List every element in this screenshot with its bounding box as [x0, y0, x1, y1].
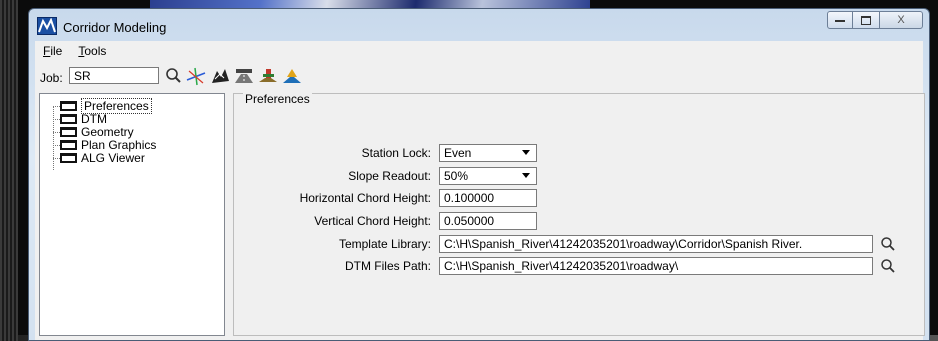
tree-connector	[53, 119, 60, 120]
preferences-group-title: Preferences	[243, 92, 312, 106]
chevron-down-icon	[522, 173, 530, 178]
close-icon: X	[897, 14, 905, 26]
desktop-background-left	[0, 0, 18, 341]
window-node-icon	[60, 127, 77, 137]
maximize-button[interactable]	[853, 11, 879, 29]
station-lock-label: Station Lock:	[361, 146, 431, 160]
template-library-input[interactable]: C:\H\Spanish_River\41242035201\roadway\C…	[439, 235, 873, 253]
close-button[interactable]: X	[879, 11, 923, 29]
tree-connector	[53, 132, 60, 133]
search-icon[interactable]	[879, 235, 897, 253]
horizontal-chord-height-label: Horizontal Chord Height:	[299, 191, 431, 205]
menu-tools[interactable]: Tools	[70, 44, 114, 58]
menu-file-label: ile	[50, 44, 63, 58]
tree-connector	[53, 145, 60, 146]
dtm-files-path-label: DTM Files Path:	[344, 259, 431, 273]
job-label: Job:	[40, 71, 63, 85]
toolbar: Job: SR	[35, 63, 923, 89]
window-title: Corridor Modeling	[63, 20, 167, 35]
template-library-label: Template Library:	[338, 237, 431, 251]
surface-icon[interactable]	[209, 65, 231, 87]
search-icon[interactable]	[163, 65, 185, 87]
corridor-modeling-window: Corridor Modeling X File Tools Job: SR P…	[28, 8, 930, 341]
caption-buttons: X	[827, 11, 923, 29]
chevron-down-icon	[522, 150, 530, 155]
menu-file[interactable]: File	[35, 44, 70, 58]
tree-item-alg-viewer[interactable]: ALG Viewer	[60, 150, 145, 166]
vertical-chord-height-input[interactable]: 0.050000	[439, 212, 537, 230]
preferences-panel: Preferences Station Lock: Even Slope Rea…	[233, 92, 925, 336]
slope-readout-label: Slope Readout:	[348, 169, 431, 183]
slope-readout-select[interactable]: 50%	[439, 167, 537, 185]
app-icon	[37, 17, 57, 35]
window-node-icon	[60, 153, 77, 163]
window-node-icon	[60, 140, 77, 150]
menu-bar: File Tools	[35, 41, 923, 61]
alignment-icon[interactable]	[185, 65, 207, 87]
tree-connector	[53, 106, 60, 107]
cross-section-icon[interactable]	[281, 65, 303, 87]
client-area: File Tools Job: SR Preferences DTM Geome…	[35, 41, 925, 340]
minimize-icon	[835, 20, 845, 22]
minimize-button[interactable]	[827, 11, 853, 29]
tree-item-label: ALG Viewer	[81, 151, 145, 165]
slope-readout-value: 50%	[444, 169, 469, 183]
menu-tools-label: ools	[84, 44, 107, 58]
template-icon[interactable]	[257, 65, 279, 87]
vertical-chord-height-label: Vertical Chord Height:	[314, 214, 431, 228]
window-node-icon	[60, 114, 77, 124]
job-input[interactable]: SR	[69, 67, 159, 84]
search-icon[interactable]	[879, 257, 897, 275]
horizontal-chord-height-input[interactable]: 0.100000	[439, 189, 537, 207]
tree-connector	[53, 106, 54, 170]
roadway-designer-icon[interactable]	[233, 65, 255, 87]
dtm-files-path-input[interactable]: C:\H\Spanish_River\41242035201\roadway\	[439, 257, 873, 275]
maximize-icon	[861, 15, 871, 25]
station-lock-value: Even	[444, 146, 472, 160]
navigation-tree: Preferences DTM Geometry Plan Graphics A…	[39, 93, 225, 336]
station-lock-select[interactable]: Even	[439, 144, 537, 162]
title-bar[interactable]: Corridor Modeling X	[29, 9, 929, 41]
tree-connector	[53, 158, 60, 159]
window-node-icon	[60, 101, 77, 111]
